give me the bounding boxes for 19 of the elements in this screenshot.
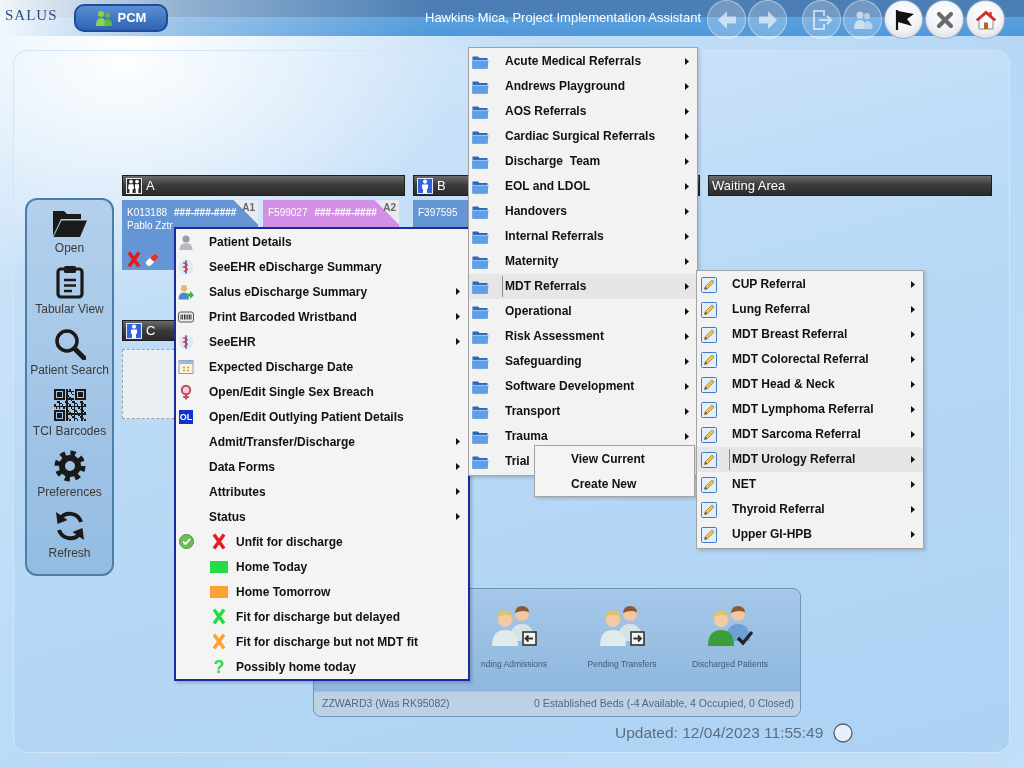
bay-name: C — [146, 321, 156, 340]
patient-name: Pablo Zztr — [127, 219, 174, 232]
bay-name: A — [146, 176, 155, 195]
bay-name: B — [437, 176, 446, 195]
app-logo: SALUS — [5, 6, 58, 24]
patient-id: F397595 — [418, 206, 458, 219]
patient-id: K013188 — [127, 206, 168, 219]
question-mark-icon: ? — [213, 657, 225, 676]
user-name: Hawkins Mica, Project Implementation Assistant — [425, 9, 701, 28]
ol-badge: OL — [178, 409, 194, 424]
bed-label: A1 — [242, 202, 255, 214]
patient-id: F599027 — [268, 206, 308, 219]
nhs-number: ###-###-#### — [314, 206, 377, 219]
nhs-number: ###-###-#### — [174, 206, 237, 219]
bay-name: Waiting Area — [712, 176, 786, 195]
updated-time: Updated: 12/04/2023 11:55:49 — [615, 723, 824, 743]
ward-name: ZZWARD3 (Was RK95082) — [322, 696, 450, 712]
bed-label: A2 — [383, 202, 396, 214]
bed-summary: 0 Established Beds (-4 Available, 4 Occupied, 0 Closed) — [533, 696, 794, 712]
